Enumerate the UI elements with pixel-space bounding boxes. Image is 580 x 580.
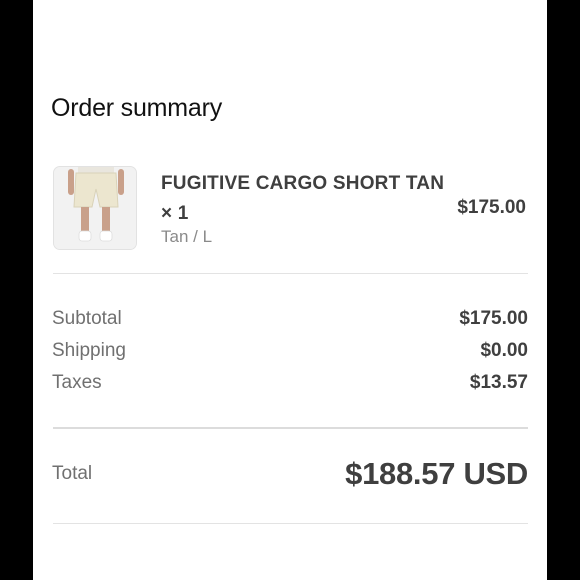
total-label: Total bbox=[52, 463, 93, 484]
order-summary-panel: Order summary FUGITIVE CARGO SHORT TAN ×… bbox=[33, 0, 547, 580]
taxes-label: Taxes bbox=[52, 372, 102, 393]
product-thumbnail bbox=[53, 166, 137, 250]
product-variant: Tan / L bbox=[161, 227, 213, 246]
subtotal-value: $175.00 bbox=[459, 308, 528, 329]
product-name: FUGITIVE CARGO SHORT TAN × 1 bbox=[161, 173, 445, 224]
shipping-value: $0.00 bbox=[480, 340, 528, 361]
total-value: $188.57 USD bbox=[345, 456, 528, 491]
product-price: $175.00 bbox=[457, 197, 526, 218]
taxes-value: $13.57 bbox=[469, 372, 528, 393]
order-summary-title: Order summary bbox=[51, 94, 223, 122]
shipping-label: Shipping bbox=[52, 340, 126, 361]
divider bbox=[53, 523, 528, 524]
divider bbox=[53, 427, 528, 429]
divider bbox=[53, 273, 528, 274]
subtotal-label: Subtotal bbox=[52, 308, 122, 329]
